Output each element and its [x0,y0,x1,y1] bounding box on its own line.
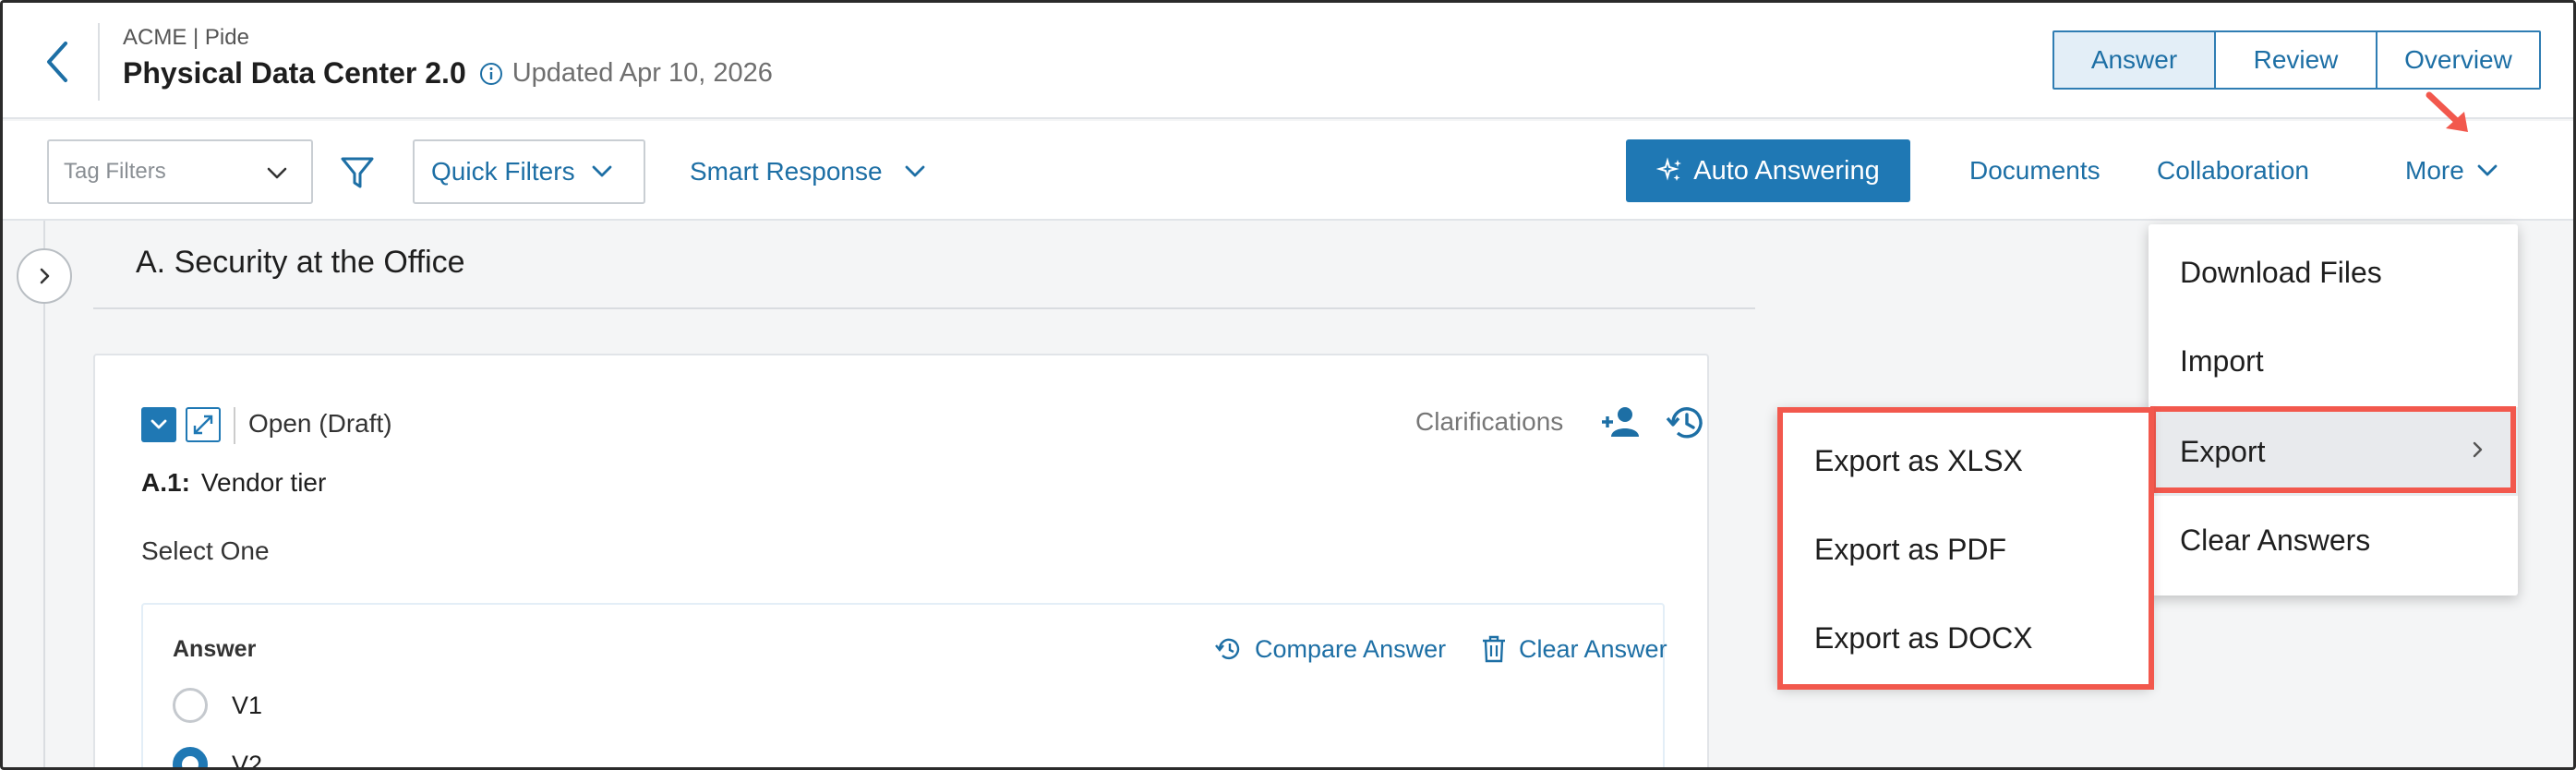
clear-answer-label: Clear Answer [1519,634,1667,663]
clear-answer-button[interactable]: Clear Answer [1480,634,1667,664]
auto-answering-label: Auto Answering [1693,155,1880,186]
info-icon[interactable] [479,62,503,86]
history-icon[interactable] [1665,402,1707,444]
section-title: A. Security at the Office [136,245,465,280]
app-window: ACME | Pide Physical Data Center 2.0 Upd… [0,0,2576,770]
auto-answering-button[interactable]: Auto Answering [1626,139,1910,202]
answer-option-label: V1 [232,691,263,719]
collapse-checkbox[interactable] [141,407,176,442]
smart-response-label: Smart Response [690,157,883,186]
clarifications-link[interactable]: Clarifications [1415,407,1563,437]
menu-item-import[interactable]: Import [2149,317,2518,405]
sparkle-icon [1656,157,1682,181]
breadcrumb: ACME | Pide [123,25,249,50]
question-type: Select One [141,536,270,565]
radio-button-selected[interactable] [173,747,208,767]
chevron-left-icon [47,42,67,82]
question-text: Vendor tier [200,468,327,497]
quick-filters-label: Quick Filters [431,157,575,186]
updated-date: Updated Apr 10, 2026 [512,58,773,88]
expand-arrows-icon [193,415,213,435]
export-submenu-highlight [1777,407,2154,690]
history-icon [1215,638,1240,660]
header-divider [98,23,100,101]
chevron-right-icon [40,268,50,284]
tab-answer[interactable]: Answer [2054,32,2216,88]
filter-funnel-icon[interactable] [339,154,376,191]
answer-box: Answer Compare Answer Clear Answer V1 V2 [141,603,1667,770]
status-divider [234,407,235,444]
tab-review[interactable]: Review [2216,32,2377,88]
compare-answer-label: Compare Answer [1255,634,1447,663]
annotation-arrow-icon [2426,91,2468,132]
question-heading: A.1: Vendor tier [141,468,326,498]
more-label: More [2405,156,2464,185]
tag-filters-placeholder: Tag Filters [64,159,166,184]
chevron-down-icon [2477,164,2498,176]
trash-icon [1483,635,1505,663]
menu-item-download-files[interactable]: Download Files [2149,228,2518,317]
expand-sidebar-button[interactable] [17,248,72,304]
question-number: A.1: [141,468,190,497]
question-status: Open (Draft) [248,409,392,438]
expand-icon-button[interactable] [186,407,221,442]
documents-link[interactable]: Documents [1969,139,2101,202]
view-tabs: Answer Review Overview [2052,30,2541,90]
chevron-down-icon [905,165,924,177]
export-highlight [2150,406,2516,493]
quick-filters-dropdown[interactable]: Quick Filters [413,139,645,204]
title-row: Physical Data Center 2.0 Updated Apr 10,… [123,56,773,90]
answer-option-v2[interactable]: V2 [173,747,263,770]
page-title: Physical Data Center 2.0 [123,56,466,90]
more-dropdown[interactable]: More [2405,139,2499,202]
answer-option-v1[interactable]: V1 [173,688,262,723]
menu-item-clear-answers[interactable]: Clear Answers [2149,496,2518,584]
chevron-down-icon [267,167,287,179]
back-button[interactable] [40,38,77,86]
compare-answer-button[interactable]: Compare Answer [1214,634,1446,664]
chevron-down-icon [150,419,167,429]
collaboration-link[interactable]: Collaboration [2157,139,2309,202]
assign-user-icon[interactable] [1600,402,1643,442]
smart-response-dropdown[interactable]: Smart Response [690,139,927,204]
toolbar: Tag Filters Quick Filters Smart Response… [3,121,2573,221]
answer-label: Answer [173,636,257,662]
radio-button[interactable] [173,688,208,723]
header: ACME | Pide Physical Data Center 2.0 Upd… [3,3,2573,119]
question-card: Open (Draft) Clarifications A.1: Vendor t… [93,354,1709,770]
tab-overview[interactable]: Overview [2377,32,2539,88]
chevron-down-icon [592,165,611,177]
answer-option-label: V2 [232,750,263,770]
tag-filters-select[interactable]: Tag Filters [47,139,313,204]
section-divider [93,307,1755,309]
